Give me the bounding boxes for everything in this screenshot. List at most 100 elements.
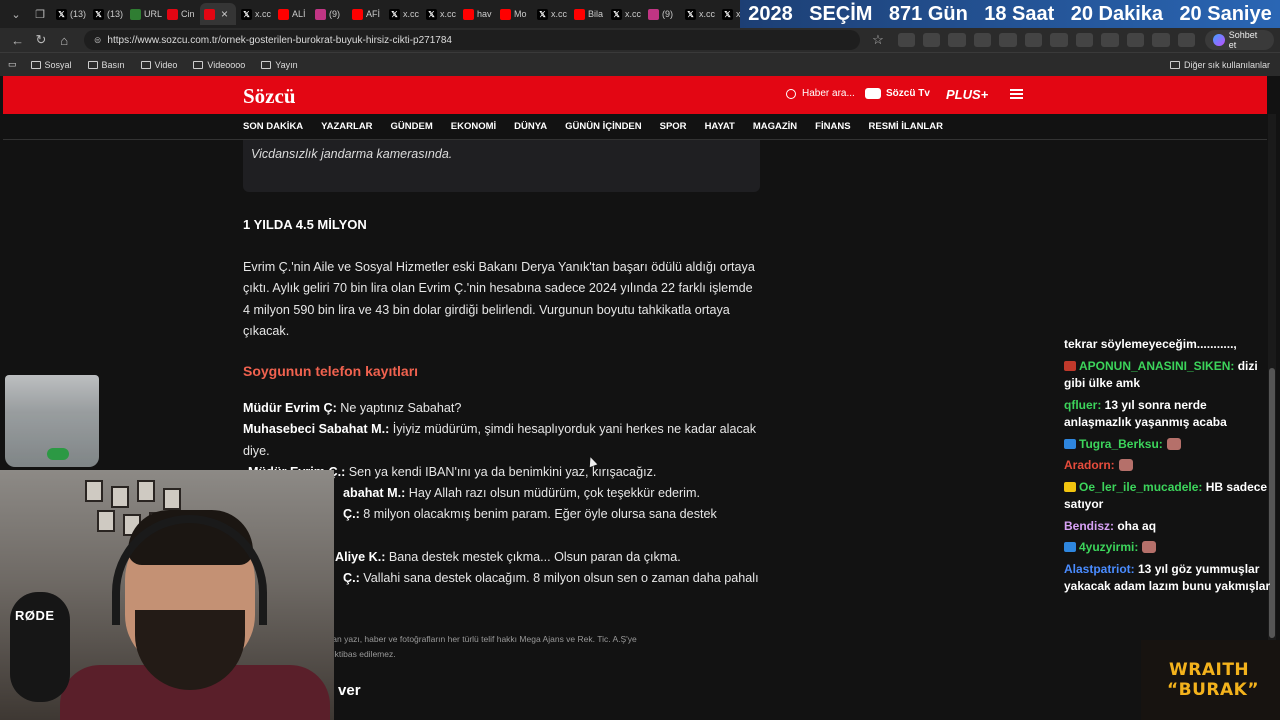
chat-message: Tugra_Berksu: [1064, 436, 1274, 454]
site-nav-item[interactable]: RESMİ İLANLAR [869, 121, 943, 132]
browser-tab[interactable]: hav [459, 3, 495, 25]
x-icon: 𝕏 [685, 8, 696, 20]
bookmark-folder[interactable]: Video [140, 59, 178, 70]
site-logo[interactable]: Sözcü [243, 84, 296, 109]
browser-tab[interactable]: (9) [644, 3, 680, 25]
site-search[interactable]: Haber ara... [786, 88, 855, 99]
reload-icon[interactable]: ↻ [29, 32, 52, 48]
home-icon[interactable]: ⌂ [53, 33, 76, 48]
browser-tab[interactable]: ALİ [274, 3, 310, 25]
browser-tab[interactable]: 𝕏x.cc [237, 3, 273, 25]
site-nav-item[interactable]: HAYAT [705, 121, 735, 132]
site-nav-item[interactable]: SPOR [660, 121, 687, 132]
extension-icon[interactable] [1126, 33, 1145, 47]
folder-icon [193, 60, 204, 69]
url-field[interactable]: ⊜ https://www.sozcu.com.tr/ornek-gosteri… [83, 30, 861, 50]
chat-username: Bendisz: [1064, 518, 1115, 533]
sozcu-icon [204, 8, 215, 20]
search-icon [786, 88, 796, 99]
sozcu-tv-link[interactable]: Sözcü Tv [865, 88, 930, 99]
chat-message: tekrar söylemeyeceğim..........., [1064, 336, 1274, 354]
extension-icon[interactable] [1177, 33, 1196, 47]
browser-tab[interactable]: 𝕏x.cc [607, 3, 643, 25]
tab-label: (9) [329, 9, 340, 19]
browser-tab[interactable]: 𝕏x.cc [681, 3, 717, 25]
transcript-text: Sen ya kendi IBAN'ını ya da benimkini ya… [345, 464, 657, 479]
browser-tab[interactable]: Mo [496, 3, 532, 25]
tab-label: ALİ [292, 9, 306, 19]
site-info-icon[interactable]: ⊜ [94, 35, 102, 46]
site-nav-item[interactable]: MAGAZİN [753, 121, 797, 132]
extension-icon[interactable] [1024, 33, 1043, 47]
site-nav-item[interactable]: GÜNDEM [391, 121, 433, 132]
browser-tab[interactable]: 𝕏x.cc [385, 3, 421, 25]
copilot-chat-button[interactable]: Sohbet et [1205, 30, 1275, 50]
microphone: RØDE [10, 592, 70, 702]
tab-label: x.cc [440, 9, 457, 19]
extension-icon[interactable] [923, 33, 941, 47]
back-icon[interactable]: ← [6, 33, 29, 48]
chat-username: 4yuzyirmi: [1079, 540, 1139, 554]
tab-label: hav [477, 9, 492, 19]
browser-tab[interactable]: AFİ [348, 3, 384, 25]
x-icon: 𝕏 [722, 8, 733, 20]
other-bookmarks[interactable]: Diğer sık kullanılanlar [1169, 59, 1270, 70]
chat-message: qfluer: 13 yıl sonra nerde anlaşmazlık y… [1064, 397, 1274, 432]
extension-icon[interactable] [1101, 33, 1119, 47]
site-navigation: SON DAKİKA YAZARLAR GÜNDEM EKONOMİ DÜNYA GÜNÜ… [3, 114, 1267, 140]
browser-tab[interactable]: Cin [163, 3, 199, 25]
browser-tab[interactable]: Bila [570, 3, 606, 25]
chat-message: Alastpatriot: 13 yıl göz yummuşlar yakac… [1064, 561, 1274, 596]
extension-icon[interactable] [948, 33, 966, 47]
site-nav-item[interactable]: SON DAKİKA [243, 121, 303, 132]
hamburger-menu-icon[interactable] [1010, 89, 1023, 99]
bookmark-folder[interactable]: Yayın [261, 60, 298, 70]
other-bookmarks-label: Diğer sık kullanılanlar [1183, 59, 1270, 70]
extension-icon[interactable] [1050, 33, 1068, 47]
workspaces-icon[interactable]: ❐ [28, 3, 52, 25]
instagram-icon [315, 8, 326, 20]
site-nav-item[interactable]: DÜNYA [514, 121, 547, 132]
extension-icon[interactable] [973, 33, 992, 47]
transcript-text: Vallahi sana destek olacağım. 8 milyon o… [359, 571, 759, 586]
transcript-speaker: abahat M.: [343, 486, 406, 501]
photo-frame [111, 486, 129, 508]
transcript-speaker: Müdür Evrim Ç: [243, 401, 337, 415]
site-nav-item[interactable]: EKONOMİ [451, 121, 496, 132]
bookmark-folder[interactable]: Videoooo [193, 60, 245, 70]
bookmark-label: Video [154, 59, 178, 70]
wraith-burak-logo: WRAITH “BURAK” [1141, 640, 1280, 720]
chat-badge-icon [1064, 360, 1076, 371]
transcript-line: Müdür Evrim Ç: Ne yaptınız Sabahat? [243, 398, 763, 419]
browser-tab[interactable]: (9) [311, 3, 347, 25]
article-heading: 1 YILDA 4.5 MİLYON [243, 217, 367, 232]
bookmarks-menu-icon[interactable]: ▭ [8, 59, 17, 70]
browser-tab[interactable]: × [200, 3, 236, 25]
folder-icon [140, 60, 151, 69]
search-placeholder: Haber ara... [802, 88, 855, 99]
site-nav-item[interactable]: YAZARLAR [321, 121, 372, 132]
tab-menu-chevron-icon[interactable]: ⌄ [4, 3, 28, 25]
chat-message: APONUN_ANASINI_SIKEN: dizi gibi ülke amk [1064, 358, 1274, 393]
url-text: https://www.sozcu.com.tr/ornek-gosterile… [107, 34, 452, 46]
x-icon: 𝕏 [389, 8, 400, 20]
site-header: Sözcü Haber ara... Sözcü Tv PLUS+ [3, 76, 1267, 114]
browser-tab[interactable]: 𝕏 (13) [89, 3, 125, 25]
plus-link[interactable]: PLUS+ [946, 87, 988, 102]
bookmark-folder[interactable]: Sosyal [30, 60, 72, 70]
bookmark-folder[interactable]: Basın [87, 60, 125, 70]
transcript-speaker: Muhasebeci Sabahat M.: [243, 422, 390, 437]
browser-tab[interactable]: 𝕏x.cc [422, 3, 458, 25]
site-nav-item[interactable]: GÜNÜN İÇİNDEN [565, 121, 642, 132]
close-tab-icon[interactable]: × [221, 7, 228, 21]
extension-icon[interactable] [1075, 33, 1094, 47]
browser-tab[interactable]: URL [126, 3, 162, 25]
site-nav-item[interactable]: FİNANS [815, 121, 850, 132]
browser-tab[interactable]: 𝕏x.cc [533, 3, 569, 25]
extension-icon[interactable] [897, 33, 915, 47]
extension-icon[interactable] [1152, 33, 1170, 47]
favorite-star-icon[interactable]: ☆ [866, 32, 889, 48]
browser-tab[interactable]: 𝕏 (13) [52, 3, 88, 25]
extension-icon[interactable] [999, 33, 1017, 47]
instagram-icon [648, 8, 659, 20]
